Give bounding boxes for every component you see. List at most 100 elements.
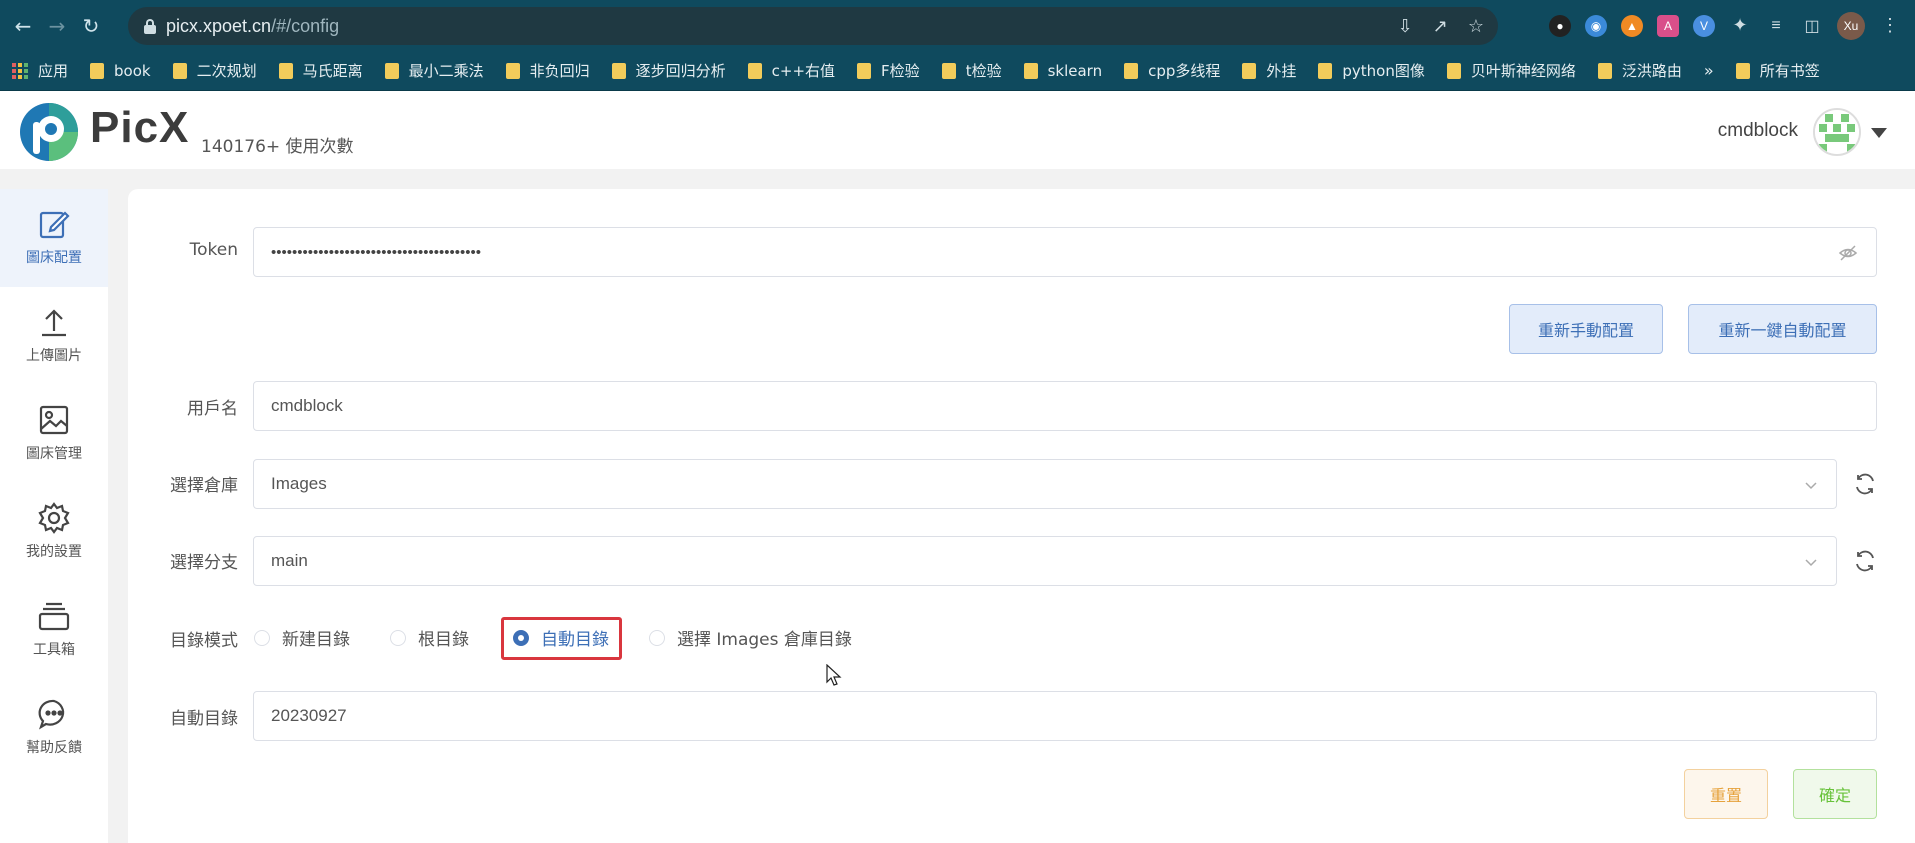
user-avatar[interactable] bbox=[1813, 108, 1861, 156]
bookmark-item[interactable]: 逐步回归分析 bbox=[611, 60, 726, 81]
usage-count: 140176+ 使用次數 bbox=[201, 137, 354, 157]
forward-icon[interactable]: → bbox=[40, 9, 74, 43]
repo-select[interactable]: Images bbox=[253, 459, 1837, 509]
folder-icon bbox=[172, 62, 187, 79]
extension-globe-icon[interactable]: ◉ bbox=[1585, 14, 1607, 37]
all-bookmarks[interactable]: 所有书签 bbox=[1735, 60, 1820, 81]
token-input[interactable]: •••••••••••••••••••••••••••••••••••••••• bbox=[253, 227, 1877, 277]
folder-icon bbox=[384, 62, 399, 79]
profile-avatar[interactable]: Xu bbox=[1837, 11, 1865, 40]
radio-choose-repo-dir[interactable]: 選擇 Images 倉庫目錄 bbox=[649, 625, 852, 650]
browser-toolbar: ← → ↻ picx.xpoet.cn/#/config ⇩ ↗ ☆ ● ◉ ▲… bbox=[0, 0, 1915, 51]
sidebar-item-manage[interactable]: 圖床管理 bbox=[0, 385, 108, 483]
picx-logo bbox=[20, 103, 78, 161]
header-username[interactable]: cmdblock bbox=[1718, 120, 1798, 142]
bookmark-item[interactable]: F检验 bbox=[857, 60, 920, 81]
confirm-button[interactable]: 確定 bbox=[1793, 769, 1877, 819]
folder-icon bbox=[1124, 62, 1139, 79]
bookmark-item[interactable]: book bbox=[90, 62, 151, 80]
bookmark-item[interactable]: c++右值 bbox=[747, 60, 835, 81]
reconfig-manual-button[interactable]: 重新手動配置 bbox=[1509, 304, 1663, 354]
sidepanel-icon[interactable]: ◫ bbox=[1801, 15, 1823, 37]
bookmark-item[interactable]: 二次规划 bbox=[172, 60, 257, 81]
folder-icon bbox=[278, 62, 293, 79]
folder-icon bbox=[90, 62, 105, 79]
folder-icon bbox=[1023, 62, 1038, 79]
url-text: picx.xpoet.cn/#/config bbox=[166, 15, 340, 36]
username-label: 用戶名 bbox=[187, 399, 238, 419]
toolbox-icon bbox=[38, 602, 70, 631]
address-bar[interactable]: picx.xpoet.cn/#/config ⇩ ↗ ☆ bbox=[128, 7, 1498, 45]
bookmark-item[interactable]: t检验 bbox=[941, 60, 1002, 81]
sidebar: 圖床配置 上傳圖片 圖床管理 我的設置 工具箱 幫助反饋 bbox=[0, 189, 108, 843]
folder-icon bbox=[1318, 62, 1333, 79]
reading-list-icon[interactable]: ≡ bbox=[1765, 15, 1787, 37]
image-icon bbox=[39, 405, 69, 435]
refresh-repo-icon[interactable] bbox=[1853, 472, 1877, 496]
sidebar-item-upload[interactable]: 上傳圖片 bbox=[0, 287, 108, 385]
bookmark-apps[interactable]: 应用 bbox=[12, 60, 68, 81]
radio-new-dir[interactable]: 新建目錄 bbox=[254, 625, 350, 650]
bookmarks-overflow-button[interactable]: » bbox=[1704, 61, 1714, 80]
chevron-down-icon bbox=[1805, 482, 1817, 490]
branch-label: 選擇分支 bbox=[170, 553, 238, 573]
bookmarks-bar: 应用 book 二次规划 马氏距离 最小二乘法 非负回归 逐步回归分析 c++右… bbox=[0, 51, 1915, 91]
folder-icon bbox=[941, 62, 956, 79]
auto-dir-label: 自動目錄 bbox=[170, 709, 238, 729]
token-label: Token bbox=[189, 240, 238, 260]
extension-glasses-icon[interactable]: ● bbox=[1549, 14, 1571, 37]
extension-v-icon[interactable]: V bbox=[1693, 14, 1715, 37]
config-card bbox=[128, 189, 1915, 843]
folder-icon bbox=[1735, 62, 1750, 79]
folder-icon bbox=[857, 62, 872, 79]
bookmark-item[interactable]: 泛洪路由 bbox=[1597, 60, 1682, 81]
app-header: PicX 140176+ 使用次數 cmdblock bbox=[0, 91, 1915, 169]
folder-icon bbox=[611, 62, 626, 79]
auto-dir-input[interactable]: 20230927 bbox=[253, 691, 1877, 741]
bookmark-item[interactable]: 贝叶斯神经网络 bbox=[1446, 60, 1576, 81]
apps-grid-icon bbox=[12, 62, 28, 79]
reload-icon[interactable]: ↻ bbox=[74, 9, 108, 43]
menu-kebab-icon[interactable]: ⋮ bbox=[1879, 15, 1901, 37]
user-menu-caret-icon[interactable] bbox=[1871, 128, 1887, 138]
branch-select[interactable]: main bbox=[253, 536, 1837, 586]
share-icon[interactable]: ↗ bbox=[1433, 16, 1448, 37]
folder-icon bbox=[1446, 62, 1461, 79]
bookmark-item[interactable]: sklearn bbox=[1023, 62, 1102, 80]
sidebar-item-config[interactable]: 圖床配置 bbox=[0, 189, 108, 287]
folder-icon bbox=[747, 62, 762, 79]
selection-highlight bbox=[501, 617, 622, 660]
folder-icon bbox=[1242, 62, 1257, 79]
sidebar-item-settings[interactable]: 我的設置 bbox=[0, 483, 108, 581]
radio-root-dir[interactable]: 根目錄 bbox=[390, 625, 469, 650]
edit-icon bbox=[39, 211, 70, 239]
back-icon[interactable]: ← bbox=[6, 9, 40, 43]
bookmark-item[interactable]: cpp多线程 bbox=[1124, 60, 1220, 81]
repo-label: 選擇倉庫 bbox=[170, 476, 238, 496]
reconfig-auto-button[interactable]: 重新一鍵自動配置 bbox=[1688, 304, 1877, 354]
username-input[interactable]: cmdblock bbox=[253, 381, 1877, 431]
reset-button[interactable]: 重置 bbox=[1684, 769, 1768, 819]
lock-icon bbox=[142, 18, 158, 34]
install-icon[interactable]: ⇩ bbox=[1398, 16, 1413, 37]
eye-off-icon[interactable] bbox=[1838, 243, 1858, 263]
bookmark-item[interactable]: 非负回归 bbox=[505, 60, 590, 81]
brand-name: PicX bbox=[90, 103, 190, 152]
gear-icon bbox=[38, 502, 70, 534]
sidebar-item-feedback[interactable]: 幫助反饋 bbox=[0, 679, 108, 777]
chevron-down-icon bbox=[1805, 559, 1817, 567]
bookmark-item[interactable]: 马氏距离 bbox=[278, 60, 363, 81]
extension-orange-icon[interactable]: ▲ bbox=[1621, 14, 1643, 37]
star-icon[interactable]: ☆ bbox=[1468, 16, 1484, 37]
bookmark-item[interactable]: 外挂 bbox=[1242, 60, 1296, 81]
puzzle-icon[interactable]: ✦ bbox=[1729, 15, 1751, 37]
translate-icon[interactable]: A bbox=[1657, 14, 1679, 37]
refresh-branch-icon[interactable] bbox=[1853, 549, 1877, 573]
bookmark-item[interactable]: 最小二乘法 bbox=[384, 60, 484, 81]
chat-icon bbox=[38, 699, 65, 730]
upload-icon bbox=[42, 309, 66, 337]
folder-icon bbox=[1597, 62, 1612, 79]
sidebar-item-toolbox[interactable]: 工具箱 bbox=[0, 581, 108, 679]
folder-icon bbox=[505, 62, 520, 79]
bookmark-item[interactable]: python图像 bbox=[1318, 60, 1425, 81]
